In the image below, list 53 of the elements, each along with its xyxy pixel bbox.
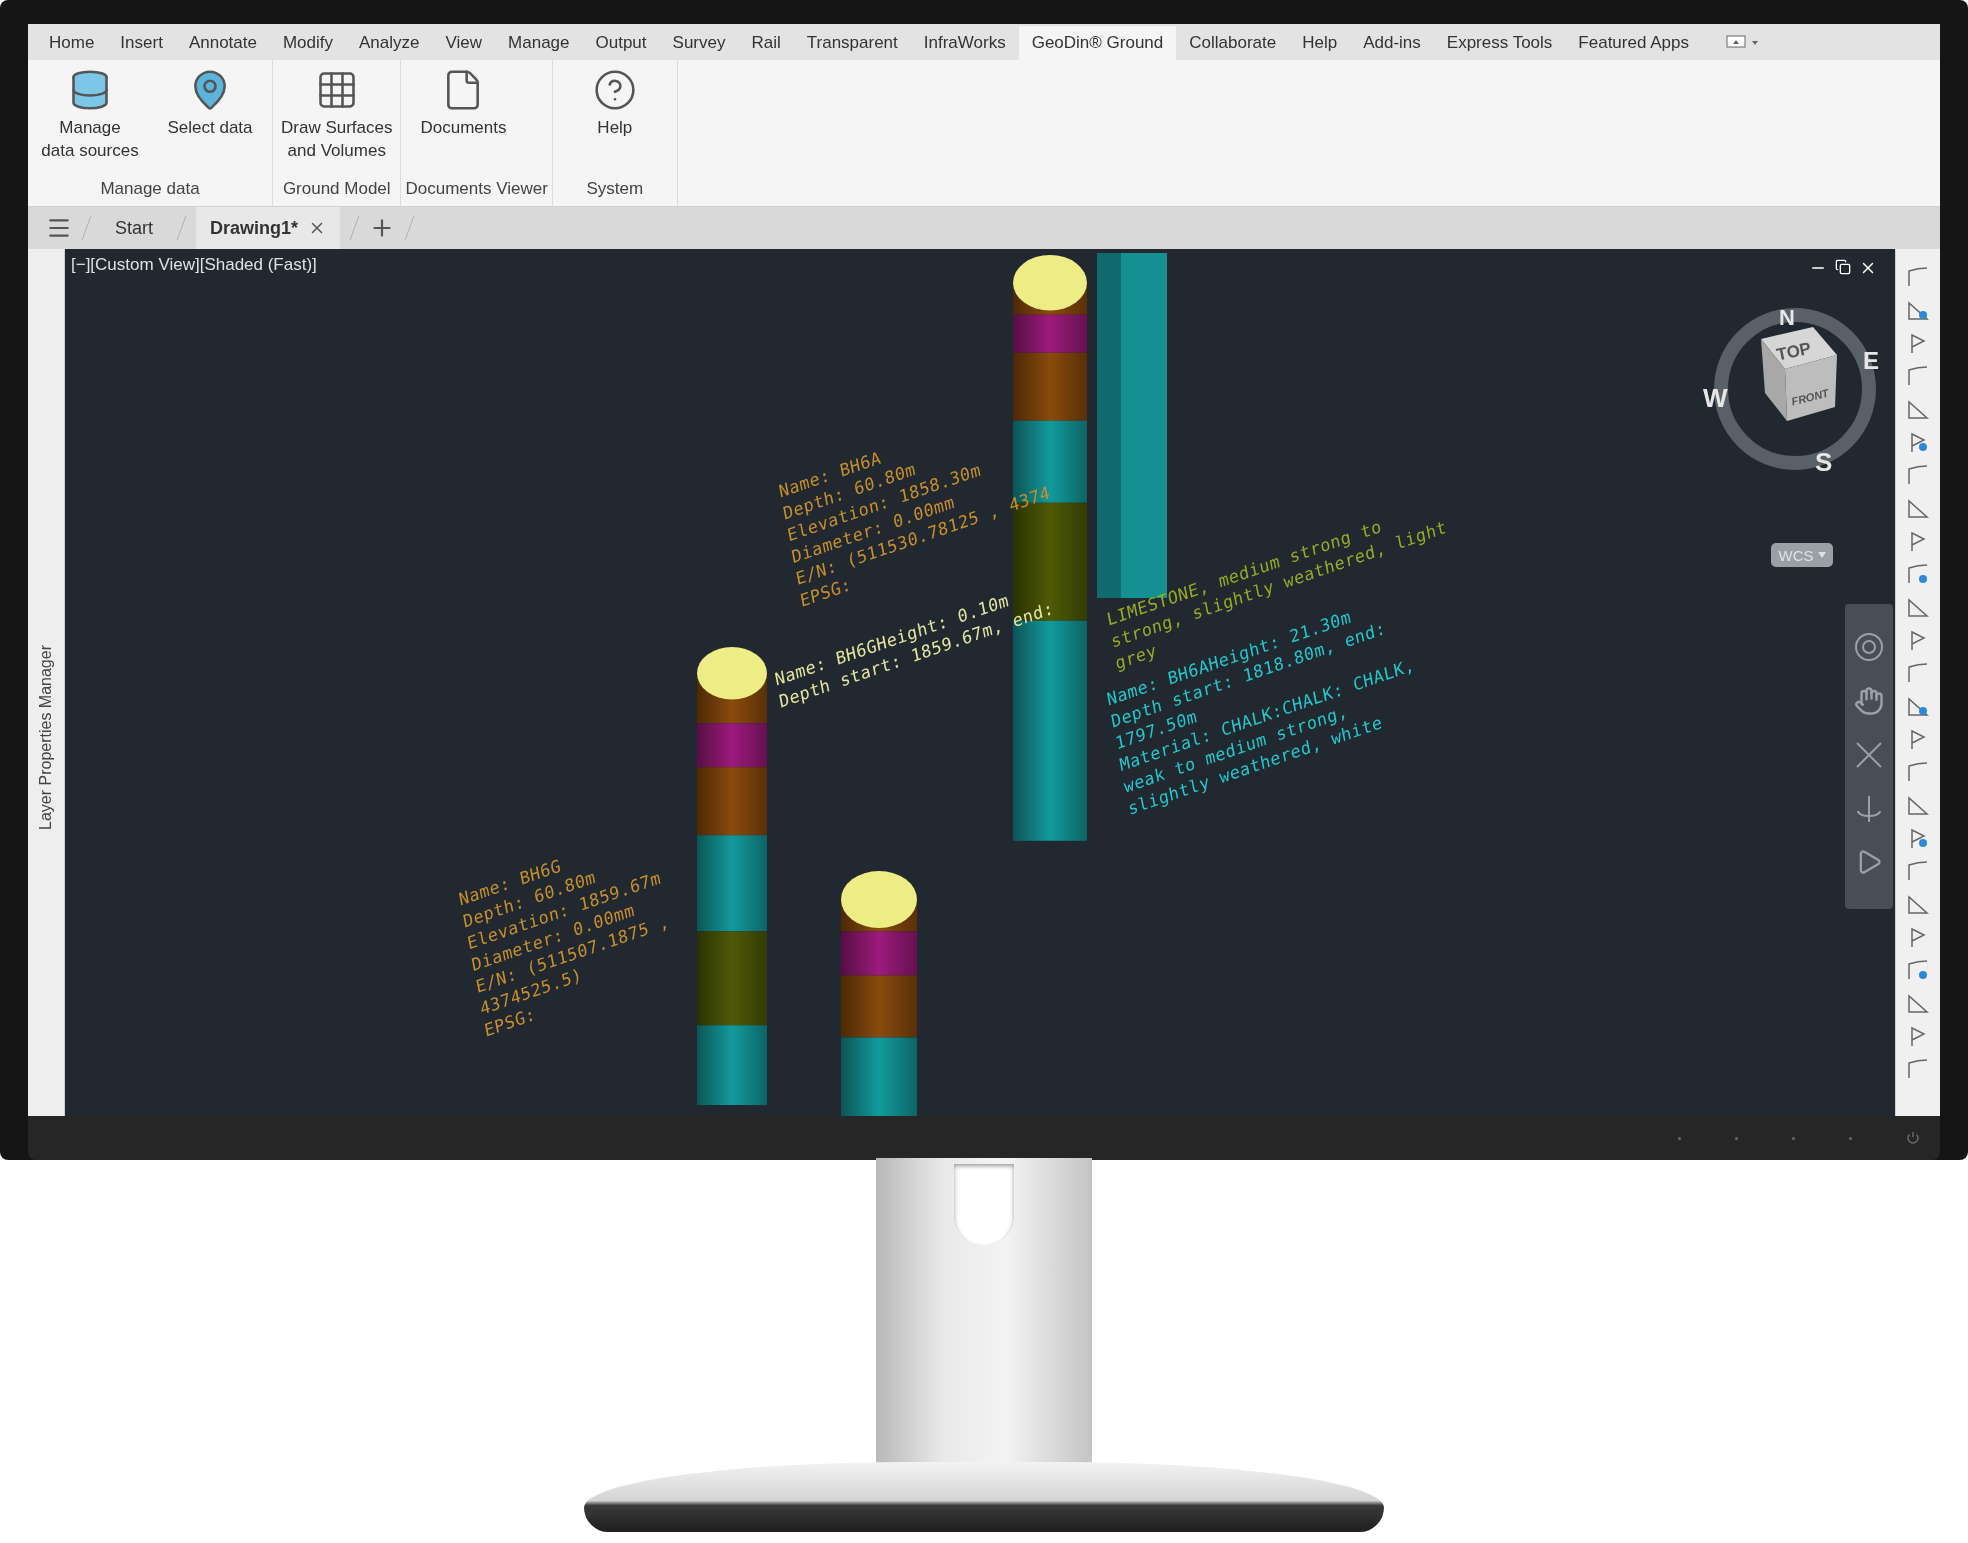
compass-label[interactable]: S: [1815, 447, 1833, 477]
ribbon-tab[interactable]: Annotate: [175, 26, 270, 60]
group-label: Documents Viewer: [405, 178, 548, 200]
ribbon-tab[interactable]: InfraWorks: [910, 26, 1019, 60]
caret-icon: [1817, 552, 1826, 558]
drafting-tool-icon[interactable]: [1906, 661, 1930, 685]
ribbon-tab[interactable]: Manage: [495, 26, 583, 60]
orbit-icon[interactable]: [1854, 794, 1884, 824]
drafting-tool-icon[interactable]: [1906, 364, 1930, 388]
compass-label[interactable]: N: [1779, 305, 1795, 330]
drafting-tool-icon[interactable]: [1906, 265, 1930, 289]
drafting-tool-icon[interactable]: [1906, 562, 1930, 586]
ribbon-tab[interactable]: Survey: [659, 26, 739, 60]
compass-label[interactable]: W: [1703, 383, 1728, 413]
ribbon-tab[interactable]: Modify: [269, 26, 347, 60]
ribbon-tab[interactable]: Insert: [107, 26, 176, 60]
group-label: Manage data: [99, 178, 201, 200]
panel-title[interactable]: Layer Properties Manager: [37, 645, 55, 830]
power-icon[interactable]: [1906, 1131, 1920, 1145]
steering-wheel-icon[interactable]: [1854, 632, 1884, 662]
ribbon-tab[interactable]: View: [432, 26, 496, 60]
ribbon-tab[interactable]: Analyze: [346, 26, 433, 60]
ribbon-button[interactable]: Manage data sources: [32, 68, 148, 172]
ribbon-tab[interactable]: Help: [1289, 26, 1351, 60]
ribbon-tab[interactable]: Home: [36, 26, 108, 60]
document-tab[interactable]: Drawing1*: [196, 207, 341, 249]
drafting-tool-icon[interactable]: [1906, 1057, 1930, 1081]
ribbon-tab[interactable]: Collaborate: [1176, 26, 1290, 60]
help-icon: [592, 68, 637, 112]
group-label: System: [585, 178, 645, 200]
restore-icon[interactable]: [1835, 259, 1851, 275]
drawing-viewport[interactable]: [65, 249, 1895, 1116]
ribbon-tab[interactable]: GeoDin® Ground: [1018, 26, 1177, 60]
ribbon-tab[interactable]: Transparent: [793, 26, 911, 60]
document-tab[interactable]: Start: [101, 207, 167, 249]
ribbon-button[interactable]: Draw Surfaces and Volumes: [277, 68, 397, 172]
drafting-tool-icon[interactable]: [1906, 760, 1930, 784]
drafting-tool-icon[interactable]: [1906, 859, 1930, 883]
view-label[interactable]: [−][Custom View][Shaded (Fast)]: [71, 255, 317, 275]
ribbon-button[interactable]: Select data: [152, 68, 268, 172]
ribbon-tab[interactable]: Output: [582, 26, 660, 60]
ribbon-tab[interactable]: Add-ins: [1350, 26, 1434, 60]
ribbon-tab[interactable]: Featured Apps: [1565, 26, 1702, 60]
ribbon-button[interactable]: Documents: [405, 68, 522, 172]
ribbon-tab[interactable]: Rail: [738, 26, 794, 60]
drafting-tool-icon[interactable]: [1906, 958, 1930, 982]
ribbon-tab[interactable]: Express Tools: [1433, 26, 1566, 60]
drafting-tool-icon[interactable]: [1906, 463, 1930, 487]
group-label: Ground Model: [281, 178, 392, 200]
ribbon-button[interactable]: Help: [556, 68, 673, 172]
zoom-extents-icon[interactable]: [1854, 740, 1884, 770]
compass-label[interactable]: E: [1863, 347, 1879, 374]
pan-icon[interactable]: [1854, 686, 1884, 716]
